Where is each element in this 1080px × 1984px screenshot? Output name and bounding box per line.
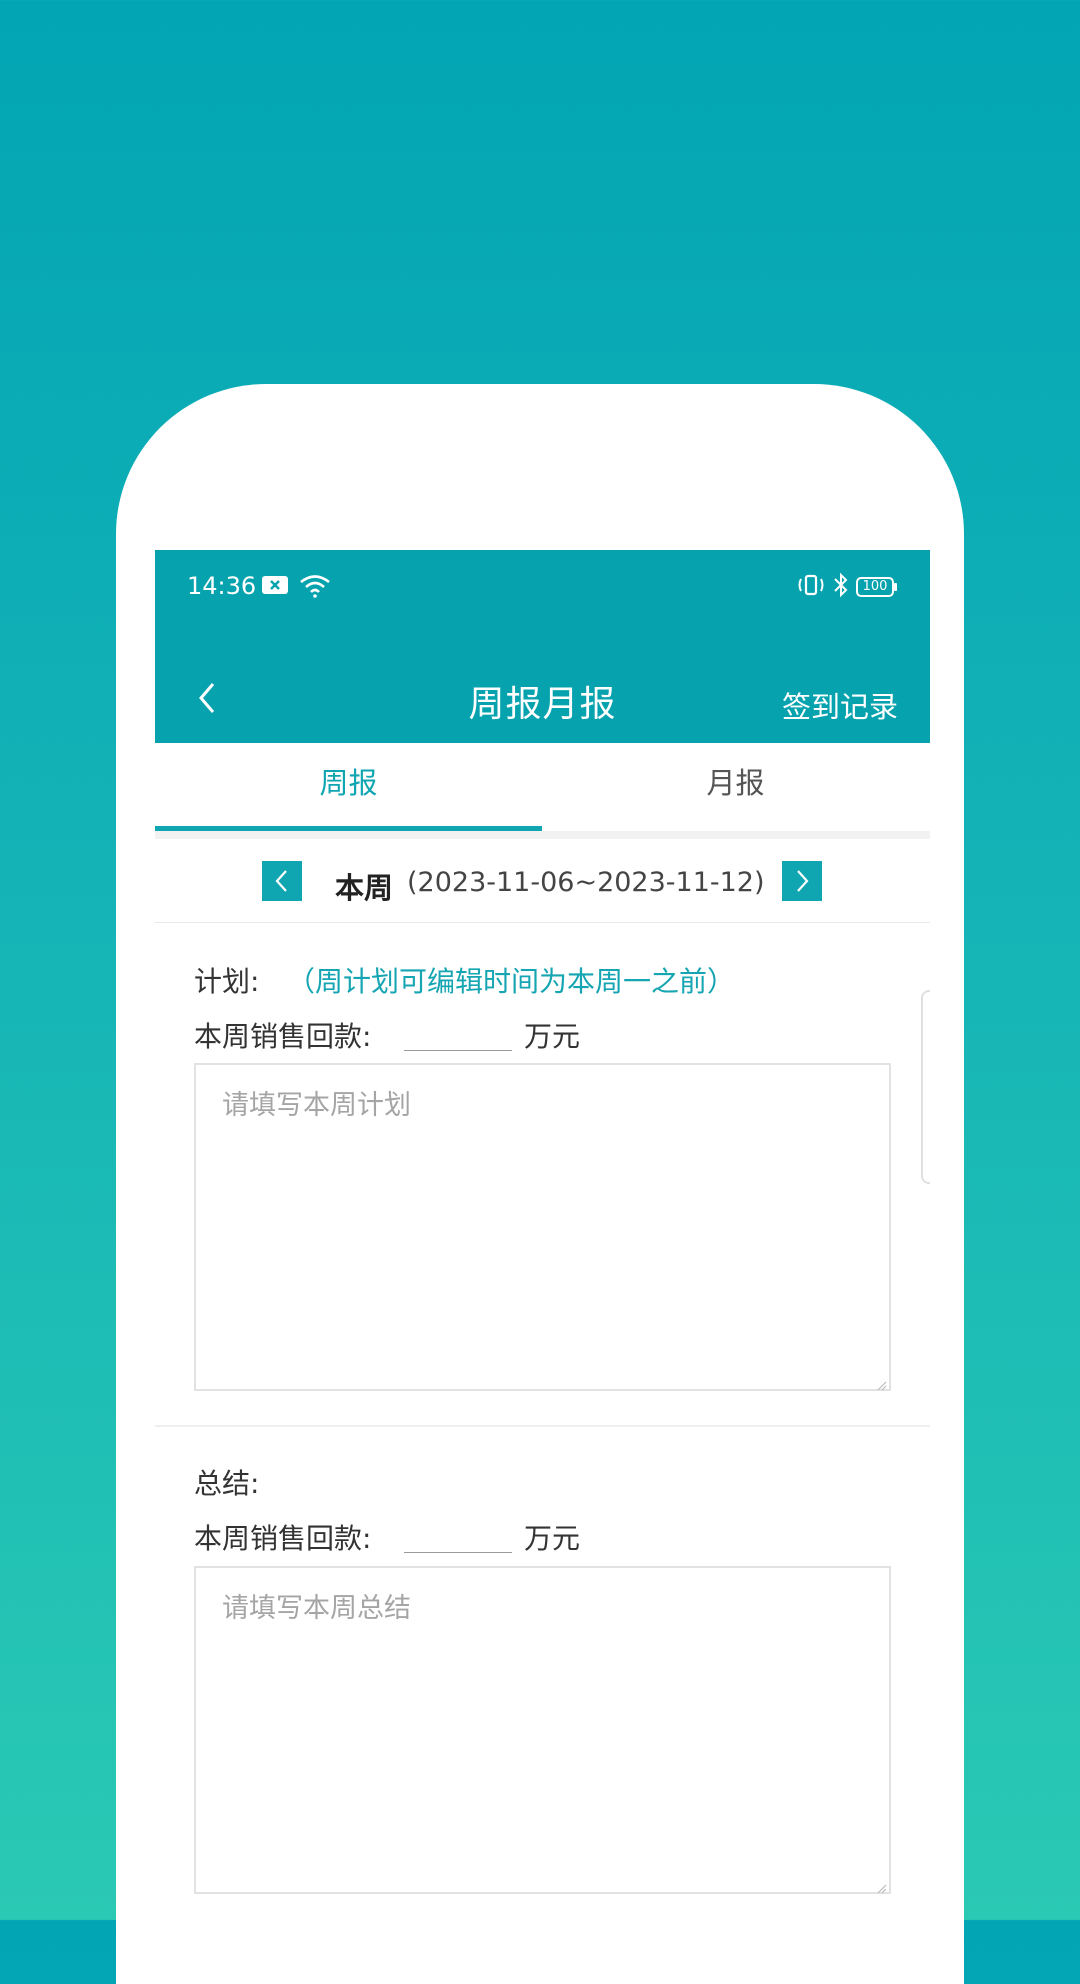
- resize-handle-icon: [877, 1381, 887, 1391]
- plan-textarea[interactable]: [194, 1063, 891, 1391]
- app-screen: 14:36 100 周报月报 签到记录 周报 月报 本周 (2023-11-06…: [155, 550, 930, 1920]
- tab-weekly[interactable]: 周报: [155, 743, 542, 831]
- plan-amount-input[interactable]: [404, 1016, 512, 1051]
- summary-amount-unit: 万元: [524, 1522, 581, 1555]
- battery-icon: 100: [856, 576, 898, 598]
- prev-week-button[interactable]: [262, 861, 302, 901]
- chevron-right-icon: [797, 870, 809, 892]
- plan-amount-unit: 万元: [524, 1020, 581, 1053]
- checkin-records-button[interactable]: 签到记录: [782, 684, 898, 726]
- tab-monthly[interactable]: 月报: [542, 743, 929, 831]
- resize-handle-icon: [877, 1884, 887, 1894]
- vibrate-icon: [796, 573, 826, 601]
- plan-amount-label: 本周销售回款:: [194, 1020, 372, 1053]
- bluetooth-icon: [832, 572, 850, 602]
- plan-label: 计划:: [194, 965, 260, 998]
- summary-amount-label: 本周销售回款:: [194, 1522, 372, 1555]
- status-right-icons: 100: [796, 572, 898, 602]
- notification-icon: [261, 574, 289, 600]
- section-divider: [155, 1425, 930, 1427]
- wifi-icon: [299, 574, 331, 602]
- status-time: 14:36: [187, 572, 257, 600]
- next-week-button[interactable]: [782, 861, 822, 901]
- summary-label: 总结:: [194, 1467, 260, 1500]
- week-label: 本周: [335, 871, 394, 905]
- summary-textarea[interactable]: [194, 1566, 891, 1894]
- summary-amount-input[interactable]: [404, 1518, 512, 1553]
- week-range: (2023-11-06~2023-11-12): [407, 867, 765, 898]
- app-bar: 14:36 100 周报月报 签到记录: [155, 550, 930, 743]
- tabs-separator: [155, 831, 930, 839]
- week-selector: 本周 (2023-11-06~2023-11-12): [155, 839, 930, 923]
- side-scroll-handle[interactable]: [921, 990, 930, 1184]
- plan-hint: （周计划可编辑时间为本周一之前）: [287, 965, 736, 998]
- chevron-left-icon: [275, 870, 287, 892]
- battery-level: 100: [862, 579, 888, 594]
- report-tabs: 周报 月报: [155, 743, 930, 831]
